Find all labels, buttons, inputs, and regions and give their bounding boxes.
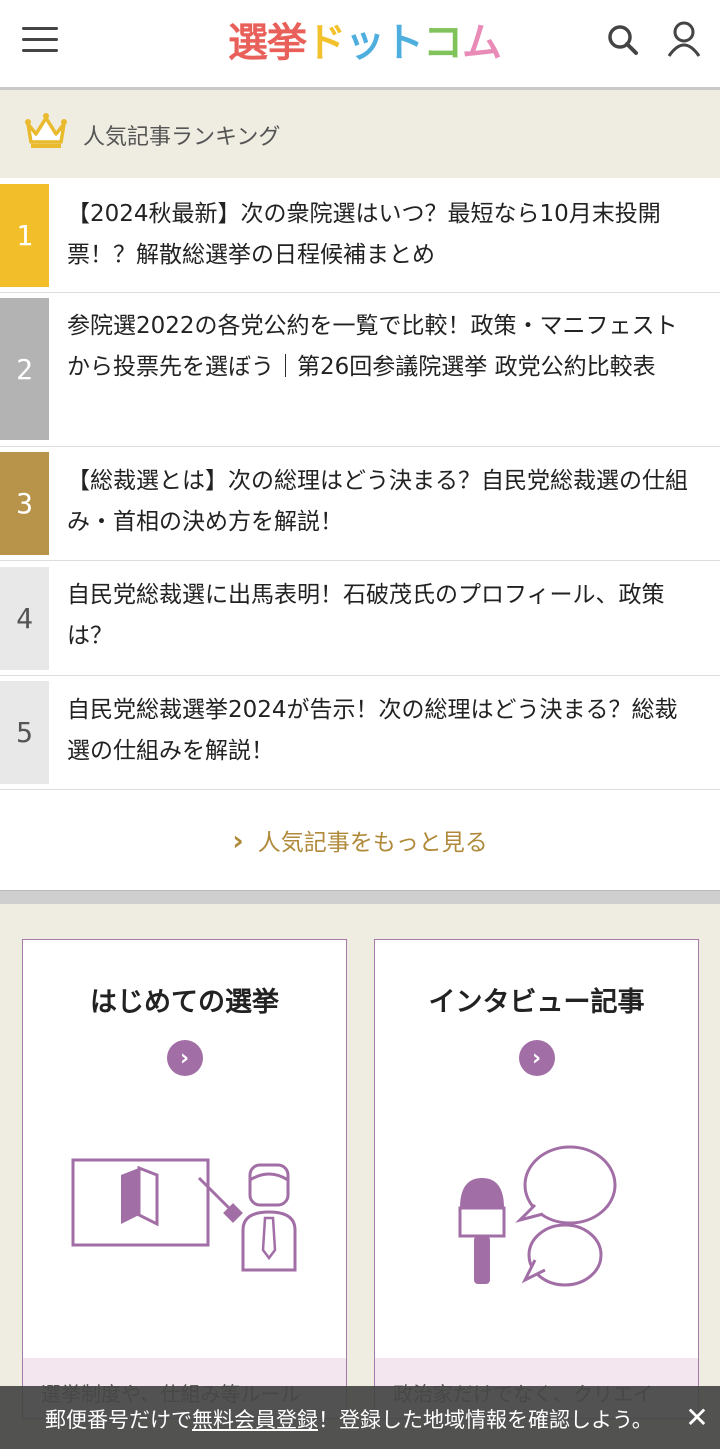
ranking-item[interactable]: 1 【2024秋最新】次の衆院選はいつ？最短なら10月末投開票！？解散総選挙の日… (0, 178, 720, 293)
banner-suffix: ！登録した地域情報を確認しよう。 (318, 1408, 653, 1432)
rank-badge: 4 (0, 567, 49, 670)
ranking-item-title[interactable]: 自民党総裁選に出馬表明！石破茂氏のプロフィール、政策は？ (67, 575, 696, 657)
logo-char: ッ (345, 20, 385, 66)
user-icon[interactable] (664, 18, 704, 60)
microphone-speech-icon (375, 1130, 698, 1310)
card-title: インタビュー記事 (428, 987, 645, 1018)
ranking-item[interactable]: 3 【総裁選とは】次の総理はどう決まる？自民党総裁選の仕組み・首相の決め方を解説… (0, 447, 720, 561)
hamburger-menu-icon[interactable] (22, 27, 58, 53)
beginner-guide-card[interactable]: はじめての選挙 › 選挙制度や、仕組み等ルール (22, 939, 347, 1419)
chevron-right-icon[interactable]: › (518, 1040, 555, 1076)
site-logo[interactable]: 選挙ドットコム (228, 14, 502, 66)
rank-badge: 3 (0, 452, 49, 555)
logo-char: 選 (228, 20, 268, 66)
crown-icon (22, 110, 70, 150)
feature-cards-section: はじめての選挙 › 選挙制度や、仕組み等ルール インタビュー記事 › (0, 904, 720, 1449)
ranking-item-title[interactable]: 参院選2022の各党公約を一覧で比較！政策・マニフェストから投票先を選ぼう｜第2… (67, 306, 696, 388)
ranking-list: 1 【2024秋最新】次の衆院選はいつ？最短なら10月末投開票！？解散総選挙の日… (0, 178, 720, 890)
interview-card[interactable]: インタビュー記事 › 政治家だけでなく、クリエイ (374, 939, 699, 1419)
logo-char: ド (306, 20, 346, 66)
ranking-item[interactable]: 5 自民党総裁選挙2024が告示！次の総理はどう決まる？総裁選の仕組みを解説！ (0, 676, 720, 790)
ranking-item-title[interactable]: 【2024秋最新】次の衆院選はいつ？最短なら10月末投開票！？解散総選挙の日程候… (67, 194, 696, 276)
logo-char: コ (423, 20, 463, 66)
ranking-header: 人気記事ランキング (0, 93, 720, 178)
more-articles-label: 人気記事をもっと見る (257, 830, 488, 856)
more-articles-link[interactable]: › 人気記事をもっと見る (0, 790, 720, 890)
ranking-item-title[interactable]: 自民党総裁選挙2024が告示！次の総理はどう決まる？総裁選の仕組みを解説！ (67, 690, 696, 772)
logo-char: 挙 (267, 20, 307, 66)
ranking-item-title[interactable]: 【総裁選とは】次の総理はどう決まる？自民党総裁選の仕組み・首相の決め方を解説！ (67, 461, 696, 543)
banner-message: 郵便番号だけで無料会員登録！登録した地域情報を確認しよう。 (45, 1404, 653, 1434)
ranking-title: 人気記事ランキング (83, 125, 281, 150)
banner-prefix: 郵便番号だけで (45, 1408, 192, 1432)
logo-char: ム (462, 20, 502, 66)
chevron-right-icon: › (232, 823, 244, 857)
section-divider (0, 890, 720, 904)
rank-badge: 5 (0, 681, 49, 784)
ranking-item[interactable]: 2 参院選2022の各党公約を一覧で比較！政策・マニフェストから投票先を選ぼう｜… (0, 293, 720, 447)
chevron-right-icon[interactable]: › (166, 1040, 203, 1076)
site-header: 選挙ドットコム (0, 0, 720, 90)
signup-link[interactable]: 無料会員登録 (192, 1408, 318, 1432)
ranking-item[interactable]: 4 自民党総裁選に出馬表明！石破茂氏のプロフィール、政策は？ (0, 561, 720, 676)
logo-char: ト (384, 20, 424, 66)
signup-banner: 郵便番号だけで無料会員登録！登録した地域情報を確認しよう。 ✕ (0, 1386, 720, 1449)
rank-badge: 1 (0, 184, 49, 287)
search-icon[interactable] (603, 20, 643, 60)
close-icon[interactable]: ✕ (682, 1401, 712, 1434)
card-title: はじめての選挙 (90, 987, 279, 1018)
rank-badge: 2 (0, 298, 49, 440)
beginner-lecture-icon (23, 1130, 346, 1310)
